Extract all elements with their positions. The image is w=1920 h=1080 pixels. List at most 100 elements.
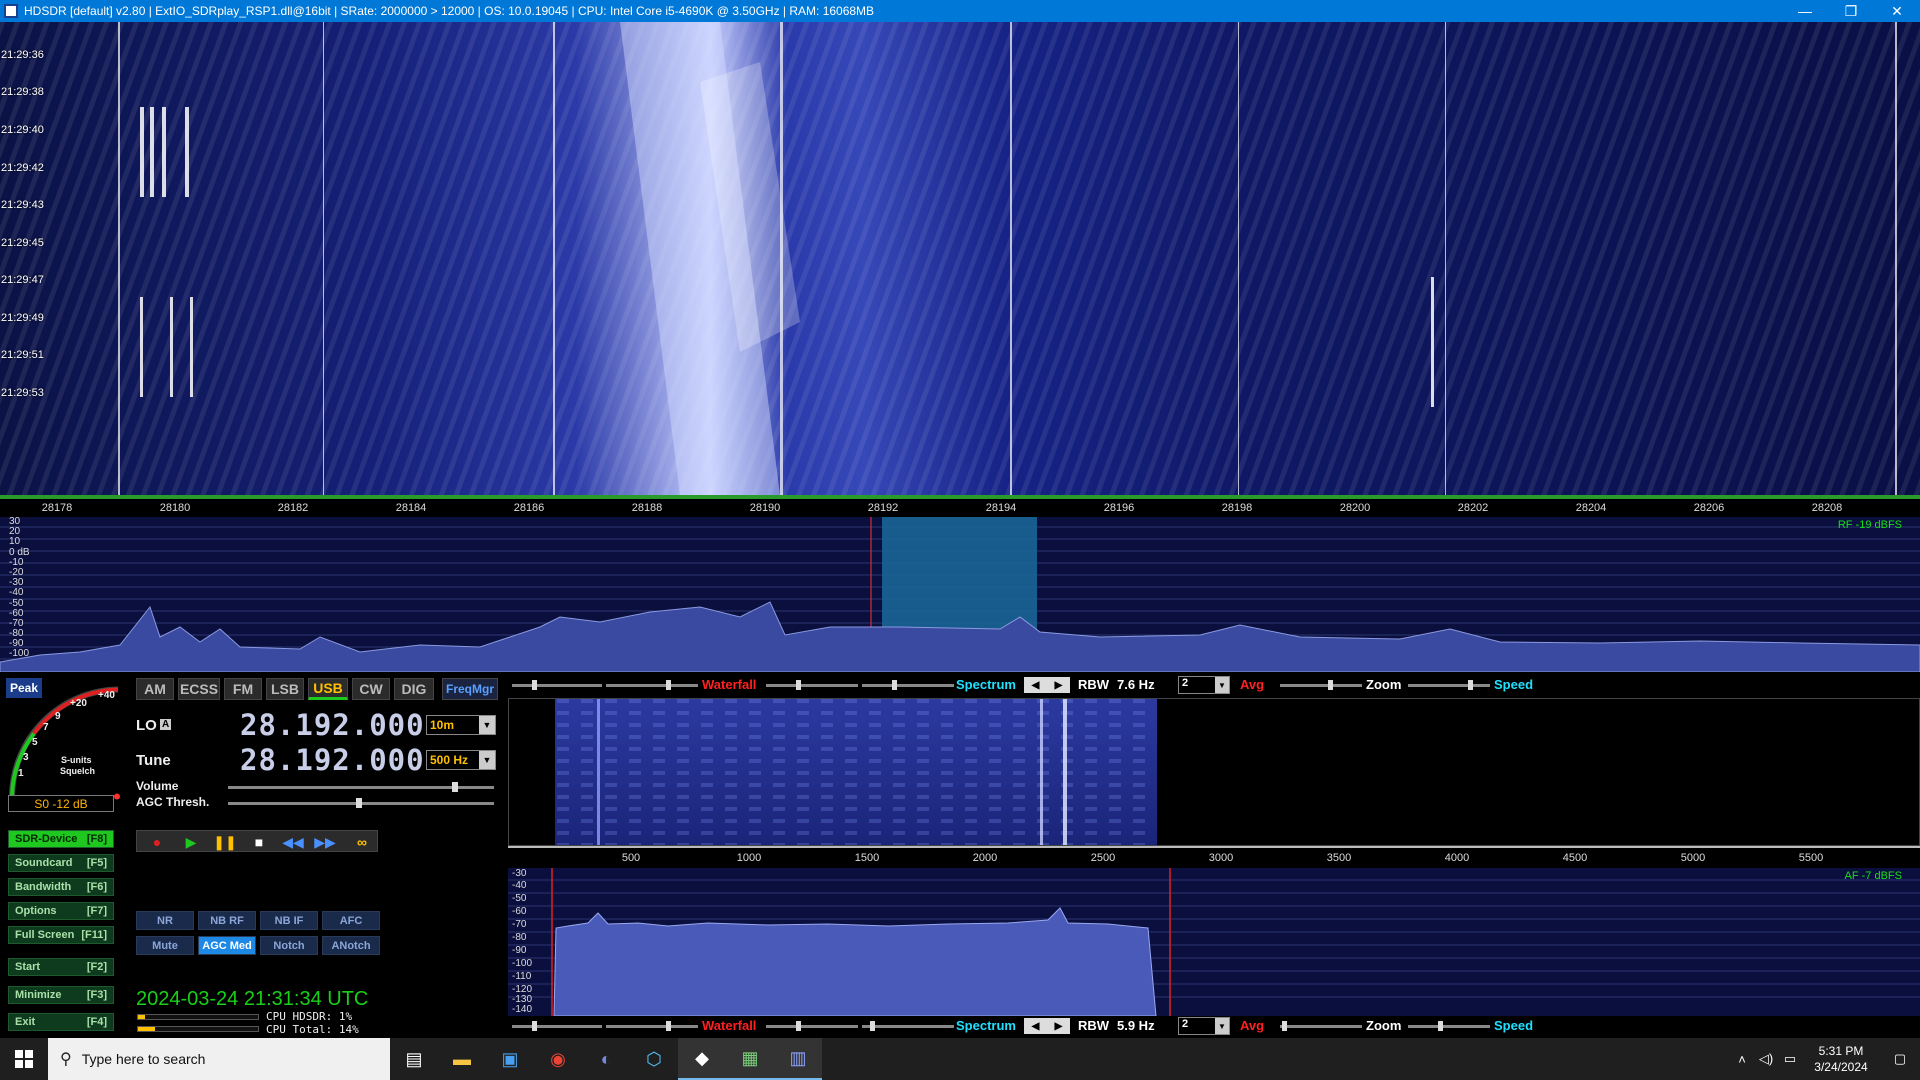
slider-knob[interactable]	[666, 1021, 671, 1031]
spectrum-contrast-slider[interactable]	[766, 1021, 858, 1031]
arrow-left-icon[interactable]: ◀	[1032, 680, 1040, 691]
network-icon[interactable]: ▭	[1778, 1051, 1802, 1067]
mode-dig-button[interactable]: DIG	[394, 678, 434, 700]
slider-knob[interactable]	[1468, 680, 1473, 690]
discord-icon[interactable]: ◐	[582, 1038, 630, 1080]
anotch-button[interactable]: ANotch	[322, 936, 380, 955]
pause-icon[interactable]: ❚❚	[213, 833, 236, 851]
lo-a-badge[interactable]: A	[160, 719, 172, 730]
start-button[interactable]: Start [F2]	[8, 958, 114, 976]
waterfall-offset-slider[interactable]	[606, 1021, 698, 1031]
lo-frequency[interactable]: 28.192.000	[240, 708, 425, 742]
freqmgr-button[interactable]: FreqMgr	[442, 678, 498, 700]
minimize-button[interactable]: —	[1782, 0, 1828, 22]
smeter-label: 7	[43, 722, 49, 733]
volume-icon[interactable]: ◁)	[1754, 1051, 1778, 1067]
slider-knob[interactable]	[796, 680, 801, 690]
agc-threshold-thumb[interactable]	[356, 798, 362, 808]
slider-knob[interactable]	[666, 680, 671, 690]
zoom-slider[interactable]	[1280, 1021, 1362, 1031]
waterfall-offset-slider[interactable]	[606, 680, 698, 690]
rewind-icon[interactable]: ◀◀	[282, 833, 304, 851]
waterfall-contrast-slider[interactable]	[512, 1021, 602, 1031]
sdr-device-button[interactable]: SDR-Device [F8]	[8, 830, 114, 848]
app-icon[interactable]: ▦	[726, 1038, 774, 1080]
peak-button[interactable]: Peak	[6, 678, 42, 698]
nb-if-button[interactable]: NB IF	[260, 911, 318, 930]
rf-spectrum[interactable]: 30 20 10 0 dB -10 -20 -30 -40 -50 -60 -7…	[0, 517, 1920, 672]
speed-slider[interactable]	[1408, 680, 1490, 690]
volume-slider[interactable]	[228, 782, 494, 792]
slider-knob[interactable]	[532, 1021, 537, 1031]
exit-button[interactable]: Exit [F4]	[8, 1013, 114, 1031]
slider-knob[interactable]	[1328, 680, 1333, 690]
full-screen-button[interactable]: Full Screen [F11]	[8, 926, 114, 944]
mode-am-button[interactable]: AM	[136, 678, 174, 700]
step-select[interactable]: 500 Hz ▼	[426, 750, 496, 770]
spectrum-contrast-slider[interactable]	[766, 680, 858, 690]
agc-button[interactable]: AGC Med	[198, 936, 256, 955]
agc-threshold-slider[interactable]	[228, 798, 494, 808]
bandwidth-button[interactable]: Bandwidth [F6]	[8, 878, 114, 896]
store-icon[interactable]: ▣	[486, 1038, 534, 1080]
af-spectrum[interactable]: -30 -40 -50 -60 -70 -80 -90 -100 -110 -1…	[508, 868, 1920, 1016]
slider-knob[interactable]	[870, 1021, 875, 1031]
slider-knob[interactable]	[1438, 1021, 1443, 1031]
mode-usb-button[interactable]: USB	[308, 678, 348, 700]
loop-icon[interactable]: ∞	[349, 833, 375, 851]
notch-button[interactable]: Notch	[260, 936, 318, 955]
app-icon[interactable]: ◆	[678, 1038, 726, 1080]
soundcard-button[interactable]: Soundcard [F5]	[8, 854, 114, 872]
hotkey-label: [F2]	[86, 961, 107, 973]
task-view-icon[interactable]: ▤	[390, 1038, 438, 1080]
tune-frequency[interactable]: 28.192.000	[240, 743, 425, 777]
arrow-right-icon[interactable]: ▶	[1055, 1021, 1063, 1032]
spectrum-offset-slider[interactable]	[862, 680, 954, 690]
restore-button[interactable]: ❐	[1828, 0, 1874, 22]
speed-slider[interactable]	[1408, 1021, 1490, 1031]
afc-button[interactable]: AFC	[322, 911, 380, 930]
fast-forward-icon[interactable]: ▶▶	[314, 833, 336, 851]
options-button[interactable]: Options [F7]	[8, 902, 114, 920]
mode-ecss-button[interactable]: ECSS	[178, 678, 220, 700]
spectrum-arrows[interactable]: ◀ ▶	[1024, 1018, 1070, 1034]
slider-knob[interactable]	[892, 680, 897, 690]
arrow-left-icon[interactable]: ◀	[1032, 1021, 1040, 1032]
arrow-right-icon[interactable]: ▶	[1055, 680, 1063, 691]
avg-select[interactable]: 2 ▼	[1178, 676, 1230, 694]
slider-knob[interactable]	[532, 680, 537, 690]
nb-rf-button[interactable]: NB RF	[198, 911, 256, 930]
band-select[interactable]: 10m ▼	[426, 715, 496, 735]
avg-select[interactable]: 2 ▼	[1178, 1017, 1230, 1035]
taskbar-clock[interactable]: 5:31 PM 3/24/2024	[1802, 1043, 1880, 1075]
chrome-icon[interactable]: ◉	[534, 1038, 582, 1080]
spectrum-offset-slider[interactable]	[862, 1021, 954, 1031]
af-tick: 1500	[854, 852, 880, 864]
taskbar-search[interactable]: ⚲ Type here to search	[48, 1038, 390, 1080]
play-icon[interactable]: ▶	[181, 833, 201, 851]
rf-waterfall[interactable]: 21:29:36 21:29:38 21:29:40 21:29:42 21:2…	[0, 22, 1920, 495]
hdsdr-taskbar-icon[interactable]: ▥	[774, 1038, 822, 1080]
frequency-scale[interactable]: 28178 28180 28182 28184 28186 28188 2819…	[0, 495, 1920, 517]
stop-icon[interactable]: ■	[249, 833, 269, 851]
af-waterfall[interactable]	[508, 698, 1920, 846]
record-icon[interactable]: ●	[147, 833, 167, 851]
app-icon[interactable]: ⬡	[630, 1038, 678, 1080]
slider-knob[interactable]	[1282, 1021, 1287, 1031]
waterfall-contrast-slider[interactable]	[512, 680, 602, 690]
nr-button[interactable]: NR	[136, 911, 194, 930]
chevron-up-icon[interactable]: ˄	[1730, 1052, 1754, 1067]
mode-cw-button[interactable]: CW	[352, 678, 390, 700]
mute-button[interactable]: Mute	[136, 936, 194, 955]
mode-fm-button[interactable]: FM	[224, 678, 262, 700]
zoom-slider[interactable]	[1280, 680, 1362, 690]
volume-thumb[interactable]	[452, 782, 458, 792]
slider-knob[interactable]	[796, 1021, 801, 1031]
minimize-app-button[interactable]: Minimize [F3]	[8, 986, 114, 1004]
mode-lsb-button[interactable]: LSB	[266, 678, 304, 700]
file-explorer-icon[interactable]: ▬	[438, 1038, 486, 1080]
start-menu-button[interactable]	[0, 1038, 48, 1080]
notification-icon[interactable]: ▢	[1880, 1051, 1920, 1067]
spectrum-arrows[interactable]: ◀ ▶	[1024, 677, 1070, 693]
close-button[interactable]: ✕	[1874, 0, 1920, 22]
